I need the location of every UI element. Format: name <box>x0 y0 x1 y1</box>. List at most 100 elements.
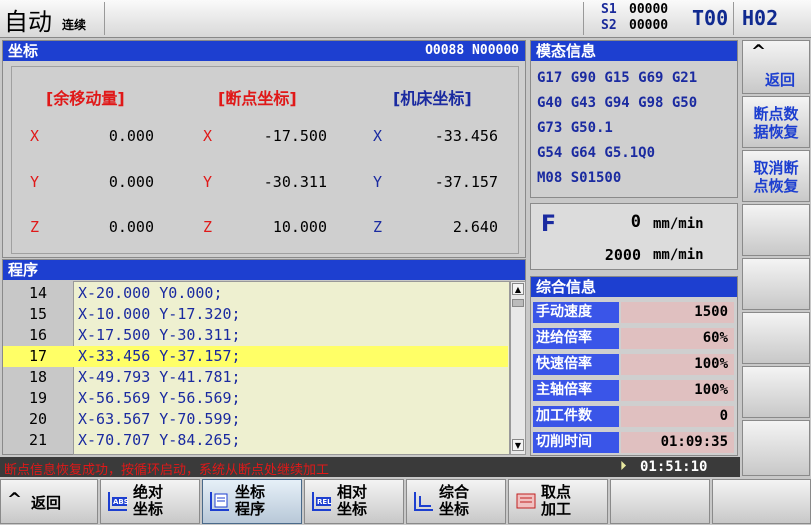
tool-number: T00 <box>692 6 729 30</box>
modal-line: G17 G90 G15 G69 G21 <box>537 70 698 86</box>
spindle2-value: 00000 <box>629 18 669 33</box>
feed-override-value: 60% <box>621 328 734 349</box>
remain-z: 0.000 <box>108 218 154 236</box>
modal-line: M08 S01500 <box>537 170 622 186</box>
part-count-value: 0 <box>621 406 734 427</box>
rapid-override-value: 100% <box>621 354 734 375</box>
side-back-button[interactable]: ^ 返回 <box>742 40 810 94</box>
line-code: X-10.000 Y-17.320; <box>78 305 241 323</box>
button-label-line: 点恢复 <box>753 177 799 195</box>
machine-x: -33.456 <box>434 127 498 145</box>
scroll-thumb[interactable] <box>512 299 524 307</box>
manual-speed-label: 手动速度 <box>533 302 619 323</box>
modal-line: G54 G64 G5.1Q0 <box>537 145 656 161</box>
side-softkey-empty[interactable] <box>742 204 810 256</box>
coordinate-title: 坐标 <box>8 42 39 60</box>
line-code: X-49.793 Y-41.781; <box>78 368 241 386</box>
bottom-softkey-empty[interactable] <box>712 479 811 524</box>
feed-override-label: 进给倍率 <box>533 328 619 349</box>
side-softkey-empty[interactable] <box>742 312 810 364</box>
line-number: 17 <box>28 347 48 365</box>
button-label-line: 据恢复 <box>753 123 799 141</box>
label-line: 取点 <box>541 483 572 501</box>
button-label-line: 取消断 <box>753 159 799 177</box>
absolute-coord-label: 绝对 坐标 <box>133 484 163 518</box>
up-arrow-icon: ^ <box>7 489 23 510</box>
scroll-up-icon[interactable]: ▲ <box>512 283 524 295</box>
coord-program-button[interactable]: 坐标 程序 <box>202 479 302 524</box>
label-line: 程序 <box>235 500 266 518</box>
program-row[interactable]: 18 X-49.793 Y-41.781; <box>3 367 508 388</box>
divider <box>583 2 584 35</box>
axis-z-label: Z <box>203 218 213 236</box>
remain-y: 0.000 <box>108 173 154 191</box>
program-row[interactable]: 20 X-63.567 Y-70.599; <box>3 409 508 430</box>
line-number: 21 <box>28 431 48 449</box>
side-softkey-empty[interactable] <box>742 258 810 310</box>
system-time: 01:51:10 <box>640 459 708 475</box>
spindle1-value: 00000 <box>629 2 669 17</box>
coord-program-label: 坐标 程序 <box>235 484 265 518</box>
feed-unit: mm/min <box>653 247 704 263</box>
bottom-back-button[interactable]: ^ 返回 <box>0 479 98 524</box>
button-label-line: 断点数 <box>753 105 799 123</box>
axis-x-label: X <box>203 127 213 145</box>
pick-point-machining-button[interactable]: 取点 加工 <box>508 479 608 524</box>
label-line: 综合 <box>439 483 470 501</box>
program-list[interactable]: 14 X-20.000 Y0.000; 15 X-10.000 Y-17.320; … <box>3 283 510 453</box>
divider <box>733 2 734 35</box>
line-number: 20 <box>28 410 48 428</box>
line-code: X-33.456 Y-37.157; <box>78 347 241 365</box>
part-count-label: 加工件数 <box>533 406 619 427</box>
pick-point-icon <box>515 490 537 512</box>
program-row[interactable]: 14 X-20.000 Y0.000; <box>3 283 508 304</box>
program-row[interactable]: 19 X-56.569 Y-56.569; <box>3 388 508 409</box>
feed-panel: F 0 mm/min 2000 mm/min <box>530 203 738 270</box>
axis-y-label: Y <box>203 173 213 191</box>
break-y: -30.311 <box>263 173 327 191</box>
up-arrow-icon: ^ <box>751 41 767 62</box>
combined-coord-label: 综合 坐标 <box>439 484 469 518</box>
machine-y: -37.157 <box>434 173 498 191</box>
combined-coord-button[interactable]: 综合 坐标 <box>406 479 506 524</box>
line-code: X-63.567 Y-70.599; <box>78 410 241 428</box>
relative-coord-button[interactable]: REL 相对 坐标 <box>304 479 404 524</box>
bottom-softkey-empty[interactable] <box>610 479 710 524</box>
modal-line: G73 G50.1 <box>537 120 613 136</box>
side-softkey-empty[interactable] <box>742 366 810 418</box>
label-line: 坐标 <box>337 500 368 518</box>
label-line: 坐标 <box>439 500 470 518</box>
program-number: O0088 N00000 <box>425 43 519 58</box>
line-number: 18 <box>28 368 48 386</box>
spindle-override-label: 主轴倍率 <box>533 380 619 401</box>
label-line: 坐标 <box>235 483 266 501</box>
feed-unit: mm/min <box>653 216 704 232</box>
program-row-current[interactable]: 17 X-33.456 Y-37.157; <box>3 346 508 367</box>
line-code: X-20.000 Y0.000; <box>78 284 223 302</box>
status-message: 断点信息恢复成功，按循环启动，系统从断点处继续加工 <box>4 463 330 478</box>
remain-x: 0.000 <box>108 127 154 145</box>
line-number: 19 <box>28 389 48 407</box>
breakpoint-restore-button[interactable]: 断点数 据恢复 <box>742 96 810 148</box>
axis-x-label: X <box>30 127 40 145</box>
modal-codes: G17 G90 G15 G69 G21 G40 G43 G94 G98 G50 … <box>537 66 697 191</box>
line-code: X-56.569 Y-56.569; <box>78 389 241 407</box>
summary-header: 综合信息 <box>531 277 737 297</box>
axis-z-label: Z <box>373 218 383 236</box>
axis-x-label: X <box>373 127 383 145</box>
break-z: 10.000 <box>272 218 327 236</box>
absolute-coord-button[interactable]: ABS 绝对 坐标 <box>100 479 200 524</box>
rel-coord-icon: REL <box>311 490 333 512</box>
program-row[interactable]: 16 X-17.500 Y-30.311; <box>3 325 508 346</box>
divider <box>104 2 105 35</box>
program-row[interactable]: 21 X-70.707 Y-84.265; <box>3 430 508 451</box>
scroll-down-icon[interactable]: ▼ <box>512 439 524 451</box>
rel-icon-text: REL <box>317 498 332 506</box>
program-scrollbar[interactable]: ▲ ▼ <box>510 281 526 455</box>
cancel-restore-button[interactable]: 取消断 点恢复 <box>742 150 810 202</box>
side-softkey-empty[interactable] <box>742 420 810 476</box>
label-line: 绝对 <box>133 483 164 501</box>
label-line: 坐标 <box>133 500 164 518</box>
spindle-override-value: 100% <box>621 380 734 401</box>
program-row[interactable]: 15 X-10.000 Y-17.320; <box>3 304 508 325</box>
